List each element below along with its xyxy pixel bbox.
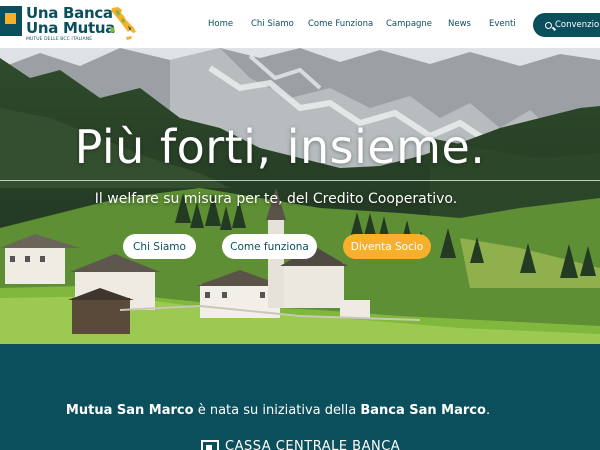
nav-item-chi-siamo[interactable]: Chi Siamo (251, 19, 294, 29)
nav-item-eventi[interactable]: Eventi (489, 19, 516, 29)
nav-item-news[interactable]: News (448, 19, 471, 29)
about-text-end: . (485, 403, 491, 418)
hero-title: Più forti, insieme. (74, 120, 486, 174)
hero-subtitle: Il welfare su misura per te, del Credito… (94, 191, 458, 207)
about-section: Mutua San Marco è nata su iniziativa del… (0, 344, 600, 450)
nav-item-come-funziona[interactable]: Come Funziona (308, 19, 373, 29)
about-text: Mutua San Marco è nata su iniziativa del… (0, 403, 556, 418)
nav-item-campagne[interactable]: Campagne (386, 19, 432, 29)
logo-tagline: MUTUE DELLE BCC ITALIANE (26, 37, 93, 42)
come-funziona-button[interactable]: Come funziona (222, 234, 317, 259)
hero-section: Più forti, insieme. Il welfare su misura… (0, 48, 600, 344)
site-logo[interactable]: Una Banca Una Mutua MUTUE DELLE BCC ITAL… (0, 6, 136, 43)
cassa-centrale-mark-icon (201, 439, 219, 450)
logo-line-2: Una Mutua (26, 19, 116, 37)
logo-mark-icon (0, 6, 22, 36)
italy-map-icon (110, 7, 136, 40)
convenzioni-label: Convenzioni (555, 20, 600, 30)
bank-name: Banca San Marco (360, 403, 486, 418)
nav-item-home[interactable]: Home (208, 19, 233, 29)
search-icon (545, 21, 552, 29)
site-header: Una Banca Una Mutua MUTUE DELLE BCC ITAL… (0, 0, 600, 48)
diventa-socio-button[interactable]: Diventa Socio (343, 234, 431, 259)
chi-siamo-button[interactable]: Chi Siamo (123, 234, 196, 259)
hero-divider (0, 180, 600, 181)
cassa-centrale-logo[interactable]: CASSA CENTRALE BANCA (201, 439, 400, 450)
convenzioni-button[interactable]: Convenzioni (533, 13, 600, 37)
about-text-middle: è nata su iniziativa della (193, 403, 361, 418)
cassa-centrale-label: CASSA CENTRALE BANCA (225, 439, 401, 450)
mutua-name: Mutua San Marco (65, 403, 194, 418)
